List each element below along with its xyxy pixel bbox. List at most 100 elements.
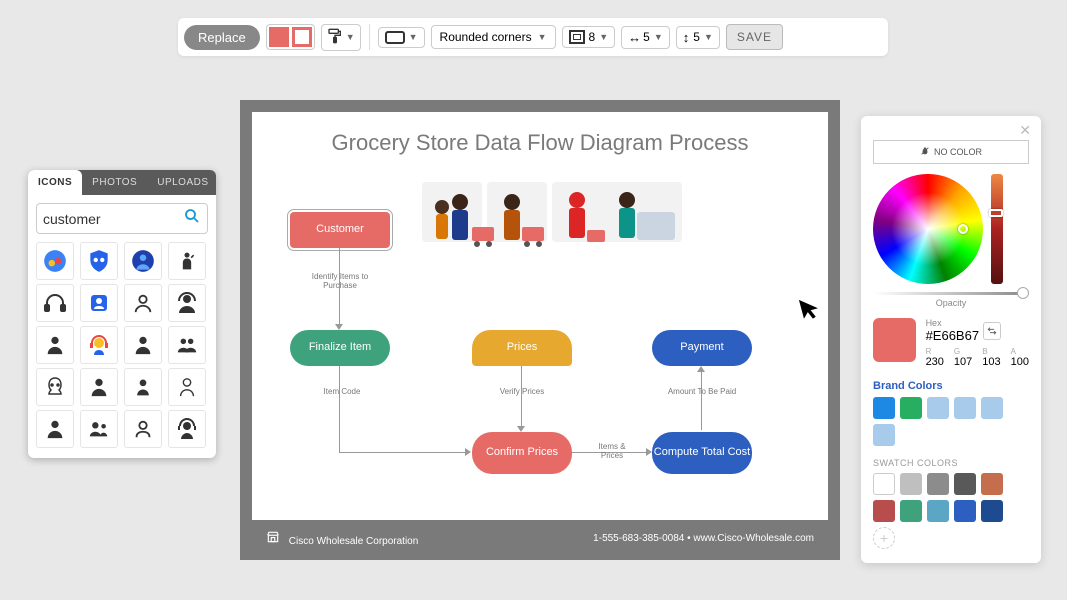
save-button[interactable]: SAVE — [726, 24, 783, 50]
color-swatch[interactable] — [954, 500, 976, 522]
person-alt-icon[interactable] — [36, 410, 74, 448]
color-swatch[interactable] — [873, 500, 895, 522]
arrow-head-icon — [697, 366, 705, 372]
person-dark-icon[interactable] — [80, 368, 118, 406]
brand-swatch[interactable] — [954, 397, 976, 419]
person-filled-icon[interactable] — [124, 326, 162, 364]
node-customer[interactable]: Customer — [290, 212, 390, 248]
g-value[interactable]: 107 — [954, 356, 972, 368]
a-label: A — [1011, 347, 1029, 356]
b-value[interactable]: 103 — [982, 356, 1000, 368]
color-picker-panel: ✕ NO COLOR Opacity Hex #E66B67 — [861, 116, 1041, 563]
toolbar-divider — [369, 24, 370, 50]
color-swatch[interactable] — [981, 500, 1003, 522]
color-wheel-inner — [891, 192, 965, 266]
corner-style-dropdown[interactable]: Rounded corners ▼ — [431, 25, 556, 49]
chevron-down-icon: ▼ — [654, 32, 663, 42]
fill-stroke-swatch-pair[interactable] — [266, 24, 315, 50]
headset-icon[interactable] — [36, 284, 74, 322]
close-button[interactable]: ✕ — [1019, 122, 1031, 139]
person-thin-icon[interactable] — [168, 368, 206, 406]
brand-swatch[interactable] — [927, 397, 949, 419]
icon-search-box[interactable] — [36, 203, 208, 234]
color-swatch[interactable] — [873, 473, 895, 495]
width-stepper[interactable]: ↔ 5 ▼ — [621, 26, 670, 49]
rectangle-icon — [385, 31, 405, 44]
support-agent-icon[interactable] — [168, 284, 206, 322]
node-compute-total-cost[interactable]: Compute Total Cost — [652, 432, 752, 474]
hex-value[interactable]: #E66B67 — [926, 328, 980, 343]
height-stepper[interactable]: ↕ 5 ▼ — [676, 26, 720, 49]
waving-person-icon[interactable] — [168, 242, 206, 280]
brand-swatch[interactable] — [873, 397, 895, 419]
shape-type-dropdown[interactable]: ▼ — [378, 27, 425, 48]
tab-uploads[interactable]: UPLOADS — [147, 170, 218, 195]
color-swatch[interactable] — [900, 473, 922, 495]
icons-grid — [28, 242, 216, 458]
brand-swatch[interactable] — [981, 397, 1003, 419]
arrow-head-icon — [335, 324, 343, 330]
node-prices[interactable]: Prices — [472, 330, 572, 366]
edge-label-identify: Identify Items to Purchase — [310, 272, 370, 290]
edge-label-verify: Verify Prices — [497, 387, 547, 396]
padding-dropdown[interactable]: 8 ▼ — [562, 26, 616, 48]
asset-tabs: ICONS PHOTOS UPLOADS — [28, 170, 216, 195]
node-confirm-prices[interactable]: Confirm Prices — [472, 432, 572, 474]
r-value[interactable]: 230 — [926, 356, 944, 368]
color-wheel[interactable] — [873, 174, 983, 284]
brand-swatch[interactable] — [873, 424, 895, 446]
search-input[interactable] — [43, 211, 183, 227]
color-mode-toggle[interactable] — [983, 322, 1001, 340]
node-finalize-item[interactable]: Finalize Item — [290, 330, 390, 366]
no-color-button[interactable]: NO COLOR — [873, 140, 1029, 164]
opacity-slider-handle[interactable] — [1017, 287, 1029, 299]
tab-photos[interactable]: PHOTOS — [82, 170, 147, 195]
family-shield-icon[interactable] — [80, 242, 118, 280]
color-swatch[interactable] — [900, 500, 922, 522]
person-small-icon[interactable] — [124, 368, 162, 406]
paint-roller-icon — [327, 28, 343, 47]
headset-agent-icon[interactable] — [168, 410, 206, 448]
diagram-canvas[interactable]: Grocery Store Data Flow Diagram Process … — [252, 112, 828, 520]
person-group-icon[interactable] — [168, 326, 206, 364]
brand-swatch[interactable] — [900, 397, 922, 419]
format-painter-button[interactable]: ▼ — [321, 24, 361, 51]
person-silhouette-icon[interactable] — [36, 326, 74, 364]
shade-slider-handle[interactable] — [989, 209, 1003, 217]
shade-slider[interactable] — [991, 174, 1003, 284]
search-icon[interactable] — [183, 207, 201, 230]
replace-button[interactable]: Replace — [184, 25, 260, 50]
a-value[interactable]: 100 — [1011, 356, 1029, 368]
diagram-title: Grocery Store Data Flow Diagram Process — [252, 112, 828, 156]
chevron-down-icon: ▼ — [538, 32, 547, 42]
b-label: B — [982, 347, 1000, 356]
service-rep-badge-icon[interactable] — [80, 284, 118, 322]
opacity-slider[interactable] — [873, 292, 1029, 295]
person-outline-icon[interactable] — [124, 284, 162, 322]
color-wheel-handle[interactable] — [958, 224, 968, 234]
chevron-down-icon: ▼ — [409, 32, 418, 42]
globe-person-icon[interactable] — [124, 242, 162, 280]
headset-operator-icon[interactable] — [80, 326, 118, 364]
fill-swatch[interactable] — [269, 27, 289, 47]
diagram-canvas-frame: Grocery Store Data Flow Diagram Process … — [240, 100, 840, 560]
tab-icons[interactable]: ICONS — [28, 170, 82, 195]
footer-company: Cisco Wholesale Corporation — [266, 530, 418, 547]
color-swatch[interactable] — [927, 500, 949, 522]
color-swatch[interactable] — [927, 473, 949, 495]
people-globe-icon[interactable] — [36, 242, 74, 280]
color-swatch[interactable] — [954, 473, 976, 495]
female-face-icon[interactable] — [36, 368, 74, 406]
node-payment[interactable]: Payment — [652, 330, 752, 366]
person-rounded-icon[interactable] — [124, 410, 162, 448]
canvas-footer: Cisco Wholesale Corporation 1-555-683-38… — [252, 520, 828, 557]
brand-swatch-row — [873, 397, 1029, 446]
add-swatch-button[interactable]: + — [873, 527, 895, 549]
color-swatch[interactable] — [981, 473, 1003, 495]
hex-label: Hex — [926, 318, 980, 328]
stroke-swatch[interactable] — [292, 27, 312, 47]
opacity-label: Opacity — [873, 298, 1029, 308]
current-color-swatch — [873, 318, 916, 362]
people-pair-icon[interactable] — [80, 410, 118, 448]
chevron-down-icon: ▼ — [704, 32, 713, 42]
